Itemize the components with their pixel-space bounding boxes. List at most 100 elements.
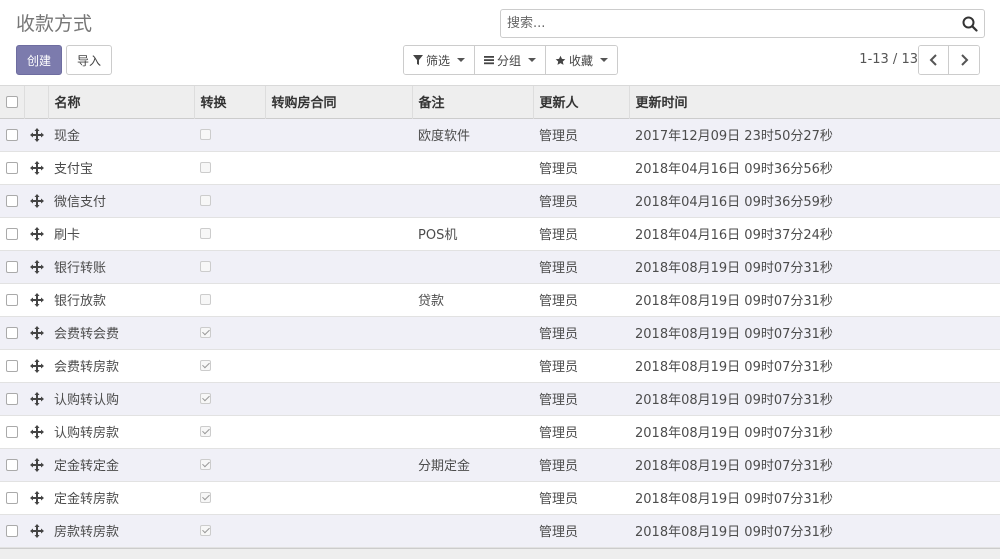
column-header-note[interactable]: 备注: [412, 86, 534, 118]
cell-note: 欧度软件: [418, 129, 471, 144]
drag-handle-icon[interactable]: [30, 358, 44, 373]
column-header-contract[interactable]: 转购房合同: [265, 86, 413, 118]
row-select-checkbox[interactable]: [6, 227, 18, 240]
convert-checkbox: [200, 228, 211, 239]
cell-convert: [194, 118, 265, 151]
list-icon: [484, 56, 495, 65]
row-select-checkbox[interactable]: [6, 161, 18, 174]
table-row[interactable]: 定金转定金 分期定金 管理员 2018年08月19日 09时07分31秒: [0, 448, 1000, 481]
convert-checkbox: [200, 162, 211, 173]
filter-icon: [413, 55, 423, 65]
convert-checkbox: [200, 327, 211, 338]
convert-checkbox: [200, 261, 211, 272]
row-select-checkbox[interactable]: [6, 392, 18, 405]
row-handle-cell: [24, 316, 48, 349]
chevron-down-icon: [528, 58, 537, 62]
favorites-button[interactable]: 收藏: [546, 46, 618, 74]
row-select-checkbox[interactable]: [6, 293, 18, 306]
group-by-button[interactable]: 分组: [475, 46, 547, 74]
filter-button[interactable]: 筛选: [404, 46, 476, 74]
cell-contract: [265, 382, 412, 415]
cell-name: 定金转定金: [54, 459, 120, 474]
cell-convert: [194, 283, 265, 316]
row-select-checkbox[interactable]: [6, 524, 18, 537]
group-by-label: 分组: [497, 53, 522, 68]
cell-contract: [265, 514, 412, 547]
row-select-checkbox[interactable]: [6, 425, 18, 438]
select-all-checkbox[interactable]: [6, 95, 18, 108]
drag-handle-icon[interactable]: [30, 457, 44, 472]
drag-handle-icon[interactable]: [30, 226, 44, 241]
cell-updater: 管理员: [539, 294, 579, 309]
drag-handle-icon[interactable]: [30, 259, 44, 274]
cell-updater: 管理员: [539, 525, 579, 540]
cell-updater: 管理员: [539, 228, 579, 243]
cell-contract: [265, 415, 412, 448]
cell-note: [412, 349, 533, 382]
drag-handle-icon[interactable]: [30, 193, 44, 208]
create-button[interactable]: 创建: [16, 45, 62, 75]
table-row[interactable]: 银行放款 贷款 管理员 2018年08月19日 09时07分31秒: [0, 283, 1000, 316]
drag-handle-icon[interactable]: [30, 424, 44, 439]
table-row[interactable]: 会费转会费 管理员 2018年08月19日 09时07分31秒: [0, 316, 1000, 349]
cell-contract: [265, 217, 412, 250]
table-row[interactable]: 银行转账 管理员 2018年08月19日 09时07分31秒: [0, 250, 1000, 283]
row-handle-cell: [24, 151, 48, 184]
table-row[interactable]: 定金转房款 管理员 2018年08月19日 09时07分31秒: [0, 481, 1000, 514]
cell-note: [412, 382, 533, 415]
table-header-row: 名称 转换 转购房合同 备注 更新人 更新时间: [0, 86, 1000, 118]
row-select-cell: [0, 184, 24, 217]
row-handle-cell: [24, 349, 48, 382]
table-row[interactable]: 认购转房款 管理员 2018年08月19日 09时07分31秒: [0, 415, 1000, 448]
search-input[interactable]: [501, 10, 951, 37]
cell-updated: 2018年04月16日 09时36分59秒: [635, 195, 833, 210]
drag-handle-icon[interactable]: [30, 490, 44, 505]
row-select-checkbox[interactable]: [6, 359, 18, 372]
table-row[interactable]: 会费转房款 管理员 2018年08月19日 09时07分31秒: [0, 349, 1000, 382]
row-select-checkbox[interactable]: [6, 458, 18, 471]
drag-handle-icon[interactable]: [30, 523, 44, 538]
convert-checkbox: [200, 492, 211, 503]
cell-name: 认购转房款: [54, 426, 120, 441]
pager-previous-button[interactable]: [919, 46, 949, 74]
column-header-updater[interactable]: 更新人: [533, 86, 630, 118]
chevron-left-icon: [929, 54, 937, 66]
table-row[interactable]: 刷卡 POS机 管理员 2018年04月16日 09时37分24秒: [0, 217, 1000, 250]
row-select-checkbox[interactable]: [6, 194, 18, 207]
cell-contract: [265, 316, 412, 349]
row-select-checkbox[interactable]: [6, 128, 18, 141]
page-title: 收款方式: [16, 13, 93, 35]
cell-updated: 2018年08月19日 09时07分31秒: [635, 393, 833, 408]
search-bar[interactable]: [500, 9, 985, 38]
drag-handle-icon[interactable]: [30, 325, 44, 340]
convert-checkbox: [200, 129, 211, 140]
column-header-convert[interactable]: 转换: [194, 86, 266, 118]
import-button[interactable]: 导入: [66, 45, 112, 75]
row-select-checkbox[interactable]: [6, 491, 18, 504]
convert-checkbox: [200, 360, 211, 371]
row-select-checkbox[interactable]: [6, 326, 18, 339]
favorites-label: 收藏: [569, 53, 594, 68]
cell-note: POS机: [418, 228, 458, 243]
drag-handle-icon[interactable]: [30, 160, 44, 175]
drag-handle-icon[interactable]: [30, 127, 44, 142]
pager-value[interactable]: 1-13 / 13: [859, 52, 918, 67]
table-row[interactable]: 支付宝 管理员 2018年04月16日 09时36分56秒: [0, 151, 1000, 184]
row-select-cell: [0, 481, 24, 514]
search-icon[interactable]: [962, 16, 978, 32]
drag-handle-icon[interactable]: [30, 391, 44, 406]
table-row[interactable]: 房款转房款 管理员 2018年08月19日 09时07分31秒: [0, 514, 1000, 547]
row-select-cell: [0, 118, 24, 151]
table-row[interactable]: 现金 欧度软件 管理员 2017年12月09日 23时50分27秒: [0, 118, 1000, 151]
cell-updater: 管理员: [539, 162, 579, 177]
pager-next-button[interactable]: [949, 46, 979, 74]
column-header-name[interactable]: 名称: [48, 86, 195, 118]
cell-name: 微信支付: [54, 195, 107, 210]
cell-convert: [194, 382, 265, 415]
table-row[interactable]: 认购转认购 管理员 2018年08月19日 09时07分31秒: [0, 382, 1000, 415]
table-row[interactable]: 微信支付 管理员 2018年04月16日 09时36分59秒: [0, 184, 1000, 217]
drag-handle-icon[interactable]: [30, 292, 44, 307]
row-select-checkbox[interactable]: [6, 260, 18, 273]
column-header-updated[interactable]: 更新时间: [629, 86, 1000, 118]
chevron-down-icon: [457, 58, 466, 62]
